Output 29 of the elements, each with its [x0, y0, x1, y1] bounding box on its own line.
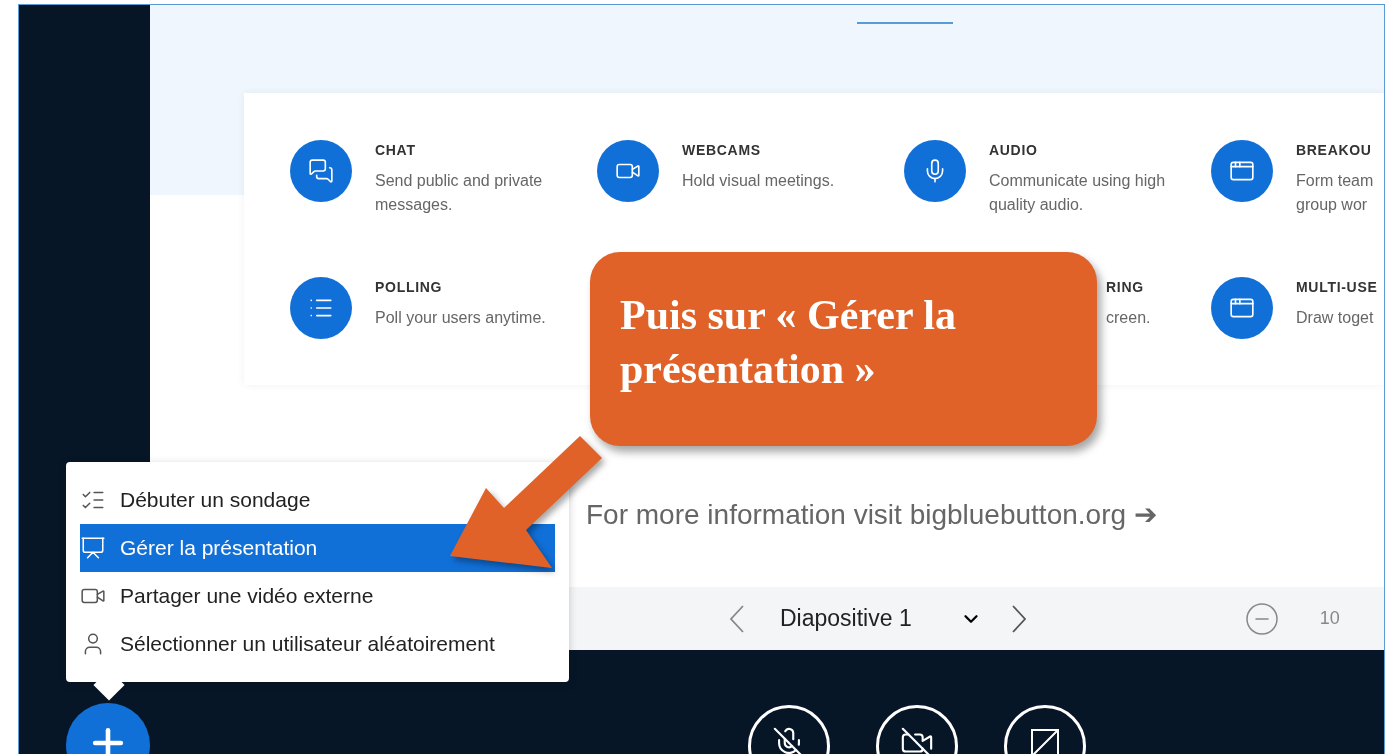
menu-item[interactable]: Débuter un sondage	[80, 476, 311, 524]
callout: Puis sur « Gérer la présentation »	[590, 252, 1097, 446]
feature-title: WEBCAMS	[682, 141, 762, 159]
camera-off-icon	[900, 726, 934, 754]
presentation-icon	[80, 535, 106, 561]
feature-title: AUDIO	[989, 141, 1039, 159]
feature-description: Draw toget	[1296, 308, 1375, 328]
next-slide-button[interactable]	[1011, 604, 1026, 633]
feature-title: MULTI-USE	[1296, 278, 1379, 296]
feature-description: Communicate using high quality audio.	[989, 171, 1167, 215]
slide-selector[interactable]: Diapositive 1	[780, 601, 912, 636]
feature-title: CHAT	[375, 141, 417, 159]
info-link-text: For more information visit bigbluebutton.org ➔	[586, 498, 1158, 532]
menu-item[interactable]: Partager une vidéo externe	[80, 572, 374, 620]
feature-description: Poll your users anytime.	[375, 308, 547, 328]
zoom-out-button[interactable]	[1243, 600, 1280, 637]
feature-description: Form team group wor	[1296, 171, 1375, 215]
feature-title: POLLING	[375, 278, 444, 296]
crossed-square-icon	[1028, 726, 1062, 754]
previous-slide-button[interactable]	[730, 604, 744, 633]
chevron-right-icon	[1011, 604, 1026, 633]
feature-title: BREAKOU	[1296, 141, 1373, 159]
feature-description: Hold visual meetings.	[682, 171, 836, 191]
menu-item[interactable]: Sélectionner un utilisateur aléatoirement	[80, 620, 495, 668]
feature-title: RING	[1106, 278, 1145, 296]
feature-description: Send public and private messages.	[375, 171, 544, 215]
zoom-value: 10	[1319, 607, 1340, 630]
feature-description: creen.	[1106, 308, 1152, 328]
chevron-left-icon	[730, 604, 744, 633]
